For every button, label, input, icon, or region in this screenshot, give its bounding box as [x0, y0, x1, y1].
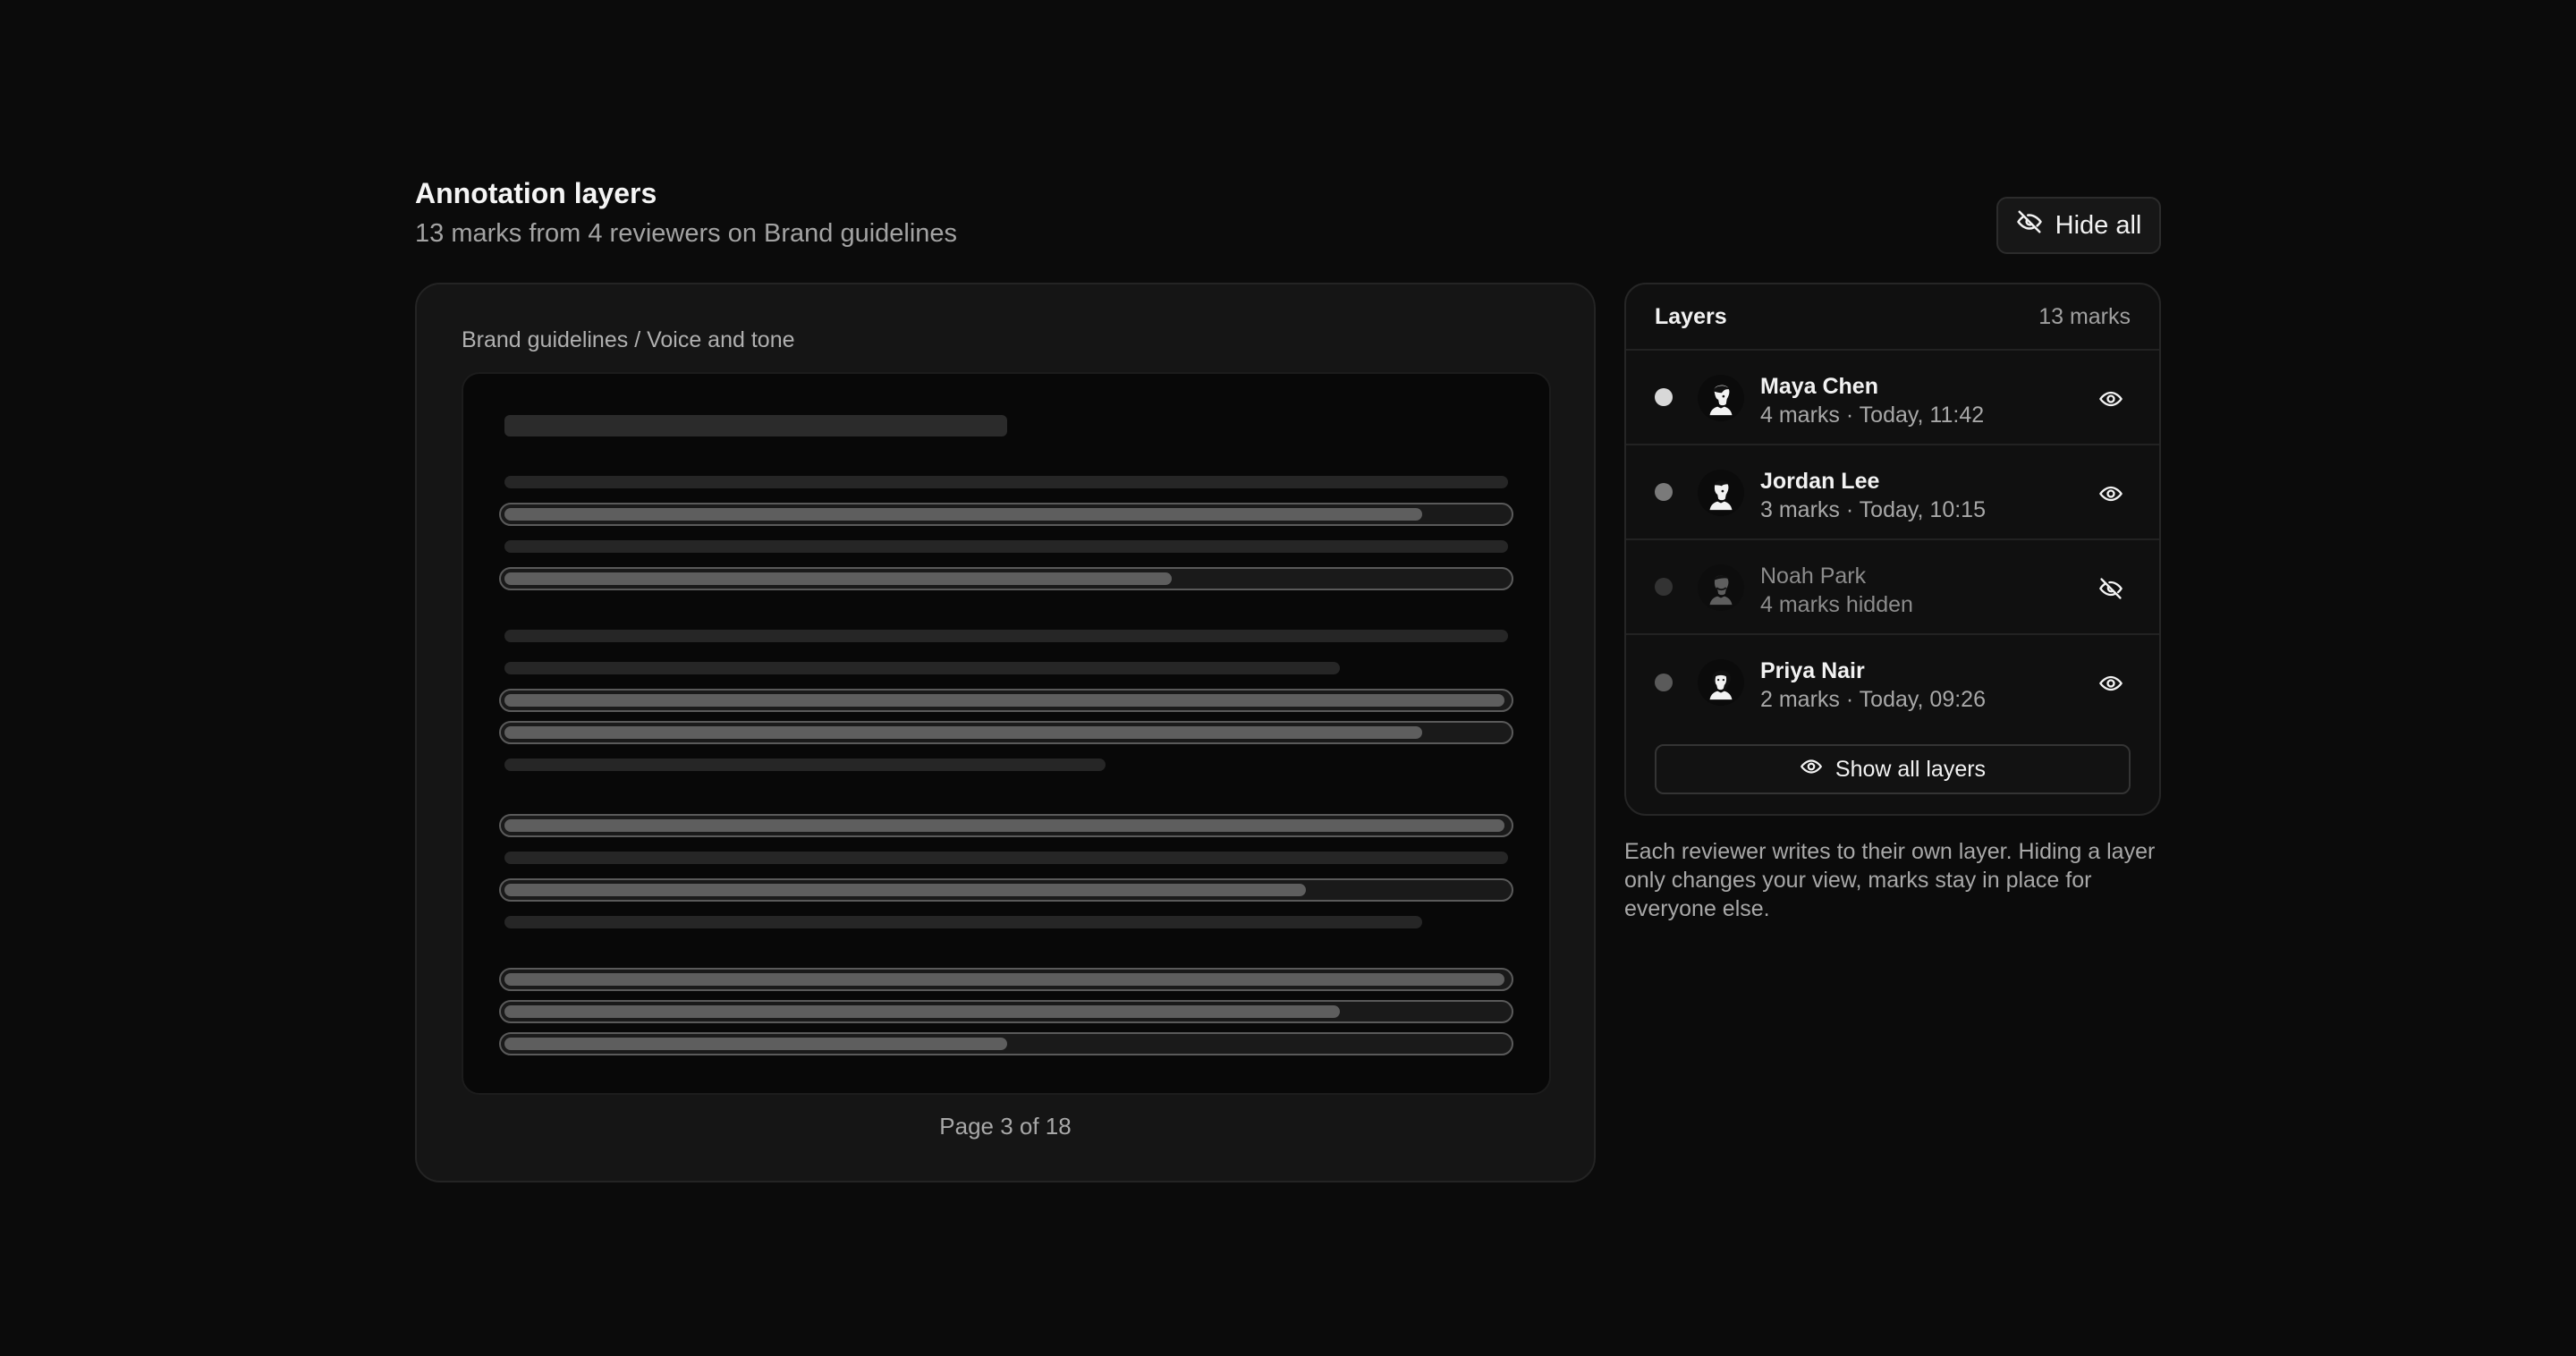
layer-row-jordan-lee[interactable]: Jordan Lee 3 marks · Today, 10:15	[1626, 445, 2159, 540]
text-line	[504, 759, 1106, 771]
page-indicator: Page 3 of 18	[939, 1113, 1072, 1140]
layer-row-priya-nair[interactable]: Priya Nair 2 marks · Today, 09:26	[1626, 635, 2159, 730]
layer-meta: 3 marks · Today, 10:15	[1760, 497, 1986, 522]
document-preview-panel: Brand guidelines / Voice and tone Page 3…	[415, 283, 1596, 1182]
hide-all-button[interactable]: Hide all	[1996, 197, 2161, 254]
annotation-mark[interactable]	[499, 1000, 1513, 1023]
breadcrumb: Brand guidelines / Voice and tone	[462, 327, 795, 352]
layer-color-dot	[1655, 483, 1673, 501]
layers-panel: Layers 13 marks Maya Chen 4 marks · Toda…	[1624, 283, 2161, 816]
text-line-heading	[504, 415, 1007, 436]
annotation-mark[interactable]	[499, 689, 1513, 712]
annotation-mark[interactable]	[499, 721, 1513, 744]
layer-name: Noah Park	[1760, 564, 1867, 589]
layer-color-dot	[1655, 388, 1673, 406]
layers-title: Layers	[1655, 303, 1727, 329]
layers-header: Layers 13 marks	[1626, 284, 2159, 351]
annotation-mark[interactable]	[499, 567, 1513, 590]
page-title: Annotation layers	[415, 177, 657, 209]
text-line	[504, 852, 1508, 864]
page-subtitle: 13 marks from 4 reviewers on Brand guide…	[415, 219, 958, 248]
eye-icon[interactable]	[2098, 481, 2123, 506]
document-page[interactable]	[462, 372, 1551, 1095]
layers-count: 13 marks	[2038, 303, 2131, 329]
hide-all-label: Hide all	[2055, 210, 2142, 240]
text-line	[504, 476, 1508, 488]
eye-icon[interactable]	[2098, 386, 2123, 411]
eye-off-icon	[2016, 208, 2043, 242]
layer-name: Priya Nair	[1760, 658, 1865, 683]
layers-help-text: Each reviewer writes to their own layer.…	[1624, 839, 2156, 921]
text-line	[504, 662, 1340, 674]
avatar	[1698, 564, 1744, 611]
text-line	[504, 630, 1508, 642]
layer-row-maya-chen[interactable]: Maya Chen 4 marks · Today, 11:42	[1626, 351, 2159, 445]
annotation-mark[interactable]	[499, 814, 1513, 837]
layer-row-noah-park[interactable]: Noah Park 4 marks hidden	[1626, 540, 2159, 635]
text-line	[504, 540, 1508, 553]
layer-meta: 4 marks · Today, 11:42	[1760, 403, 1985, 428]
layer-meta: 4 marks hidden	[1760, 592, 1913, 617]
annotation-layers-page: Annotation layers 13 marks from 4 review…	[0, 0, 2576, 1356]
layer-name: Maya Chen	[1760, 374, 1878, 399]
eye-off-icon[interactable]	[2098, 576, 2123, 601]
layer-color-dot	[1655, 578, 1673, 596]
avatar	[1698, 659, 1744, 706]
layer-meta: 2 marks · Today, 09:26	[1760, 687, 1986, 712]
avatar	[1698, 375, 1744, 421]
layer-name: Jordan Lee	[1760, 469, 1880, 494]
show-all-layers-button[interactable]: Show all layers	[1655, 744, 2131, 794]
avatar	[1698, 470, 1744, 516]
annotation-mark[interactable]	[499, 878, 1513, 902]
eye-icon	[1800, 755, 1823, 784]
show-all-layers-label: Show all layers	[1835, 756, 1987, 782]
layer-color-dot	[1655, 674, 1673, 691]
text-line	[504, 916, 1422, 928]
annotation-mark[interactable]	[499, 503, 1513, 526]
annotation-mark[interactable]	[499, 968, 1513, 991]
annotation-mark[interactable]	[499, 1032, 1513, 1055]
header: Annotation layers 13 marks from 4 review…	[415, 175, 2161, 256]
eye-icon[interactable]	[2098, 671, 2123, 696]
